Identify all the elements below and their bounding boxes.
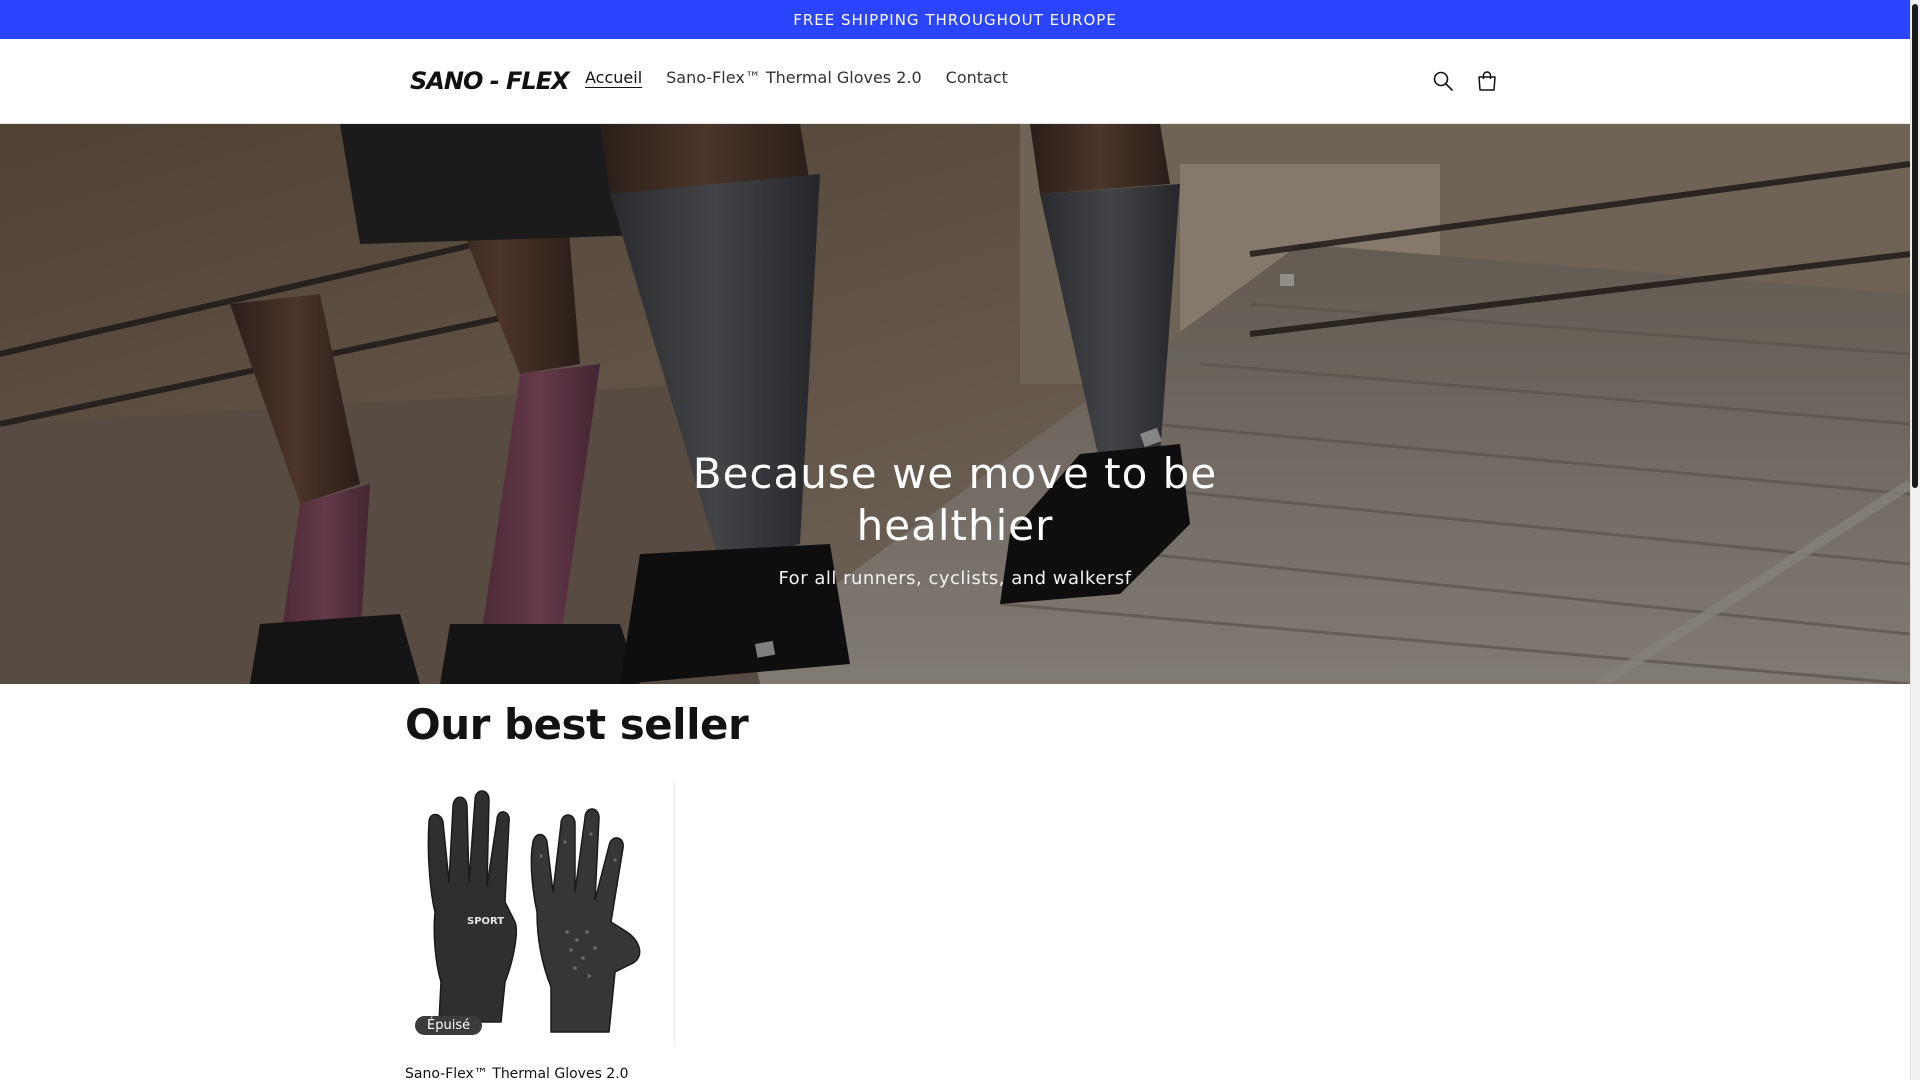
page: FREE SHIPPING THROUGHOUT EUROPE SANO - F… [0, 0, 1920, 1080]
sold-out-badge: Épuisé [415, 1016, 483, 1035]
scrollbar-thumb[interactable] [1912, 4, 1918, 488]
announcement-text: FREE SHIPPING THROUGHOUT EUROPE [793, 10, 1117, 29]
site-logo[interactable]: SANO - FLEX [410, 67, 570, 95]
site-header: SANO - FLEX Accueil Sano-Flex™ Thermal G… [0, 39, 1910, 124]
cart-icon [1478, 71, 1496, 91]
hero-banner: Because we move to be healthier For all … [0, 124, 1910, 684]
cart-button[interactable] [1472, 66, 1502, 96]
section-title: Our best seller [405, 700, 749, 749]
hero-overlay [0, 124, 1910, 684]
announcement-bar: FREE SHIPPING THROUGHOUT EUROPE [0, 0, 1910, 39]
search-button[interactable] [1428, 66, 1458, 96]
product-title[interactable]: Sano-Flex™ Thermal Gloves 2.0 [405, 1066, 629, 1080]
nav-item-thermal-gloves[interactable]: Sano-Flex™ Thermal Gloves 2.0 [654, 68, 934, 87]
product-card[interactable]: SPORT Épuisé Sano-Flex™ Thermal Gloves 2… [405, 782, 675, 1080]
product-image[interactable]: SPORT Épuisé [405, 782, 675, 1047]
hero-title: Because we move to be healthier [692, 449, 1218, 550]
nav-item-contact[interactable]: Contact [934, 68, 1020, 87]
logo-text: SANO - FLEX [410, 67, 570, 95]
search-icon [1433, 71, 1453, 91]
main-nav: Accueil Sano-Flex™ Thermal Gloves 2.0 Co… [573, 68, 1020, 87]
hero-subtitle: For all runners, cyclists, and walkersf [778, 568, 1132, 589]
gloves-image: SPORT [427, 790, 641, 1033]
nav-item-accueil[interactable]: Accueil [573, 68, 654, 87]
glove-logo-text: SPORT [467, 916, 504, 927]
